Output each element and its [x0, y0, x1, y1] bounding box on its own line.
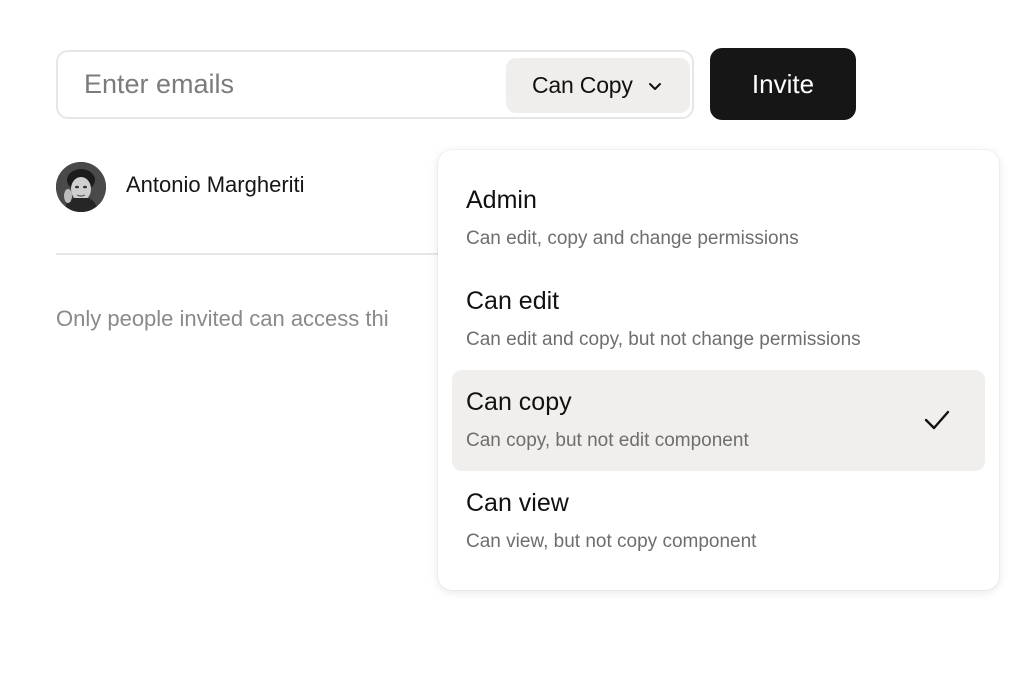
option-description: Can edit and copy, but not change permis…: [466, 329, 861, 350]
share-panel: Can Copy Invite Antonio Margheriti Only …: [0, 0, 1016, 696]
option-can-copy[interactable]: Can copy Can copy, but not edit componen…: [452, 370, 985, 471]
email-invite-box: Can Copy: [56, 50, 694, 119]
option-can-edit[interactable]: Can edit Can edit and copy, but not chan…: [452, 269, 985, 370]
option-can-view[interactable]: Can view Can view, but not copy componen…: [452, 471, 985, 572]
option-title: Can copy: [466, 388, 572, 416]
option-title: Admin: [466, 186, 537, 214]
checkmark-icon: [923, 408, 951, 432]
permission-select[interactable]: Can Copy: [506, 58, 690, 113]
invite-button[interactable]: Invite: [710, 48, 856, 120]
avatar: [56, 162, 106, 212]
option-description: Can edit, copy and change permissions: [466, 228, 799, 249]
permission-select-label: Can Copy: [532, 72, 633, 98]
option-description: Can copy, but not edit component: [466, 430, 749, 451]
permission-dropdown-menu: Admin Can edit, copy and change permissi…: [438, 150, 999, 590]
member-name: Antonio Margheriti: [126, 172, 305, 197]
option-title: Can edit: [466, 287, 560, 315]
option-description: Can view, but not copy component: [466, 531, 757, 552]
chevron-down-icon: [647, 78, 663, 94]
divider: [56, 253, 456, 255]
access-note: Only people invited can access thi: [56, 306, 389, 331]
email-input[interactable]: [84, 52, 484, 117]
option-title: Can view: [466, 489, 569, 517]
option-admin[interactable]: Admin Can edit, copy and change permissi…: [452, 168, 985, 269]
